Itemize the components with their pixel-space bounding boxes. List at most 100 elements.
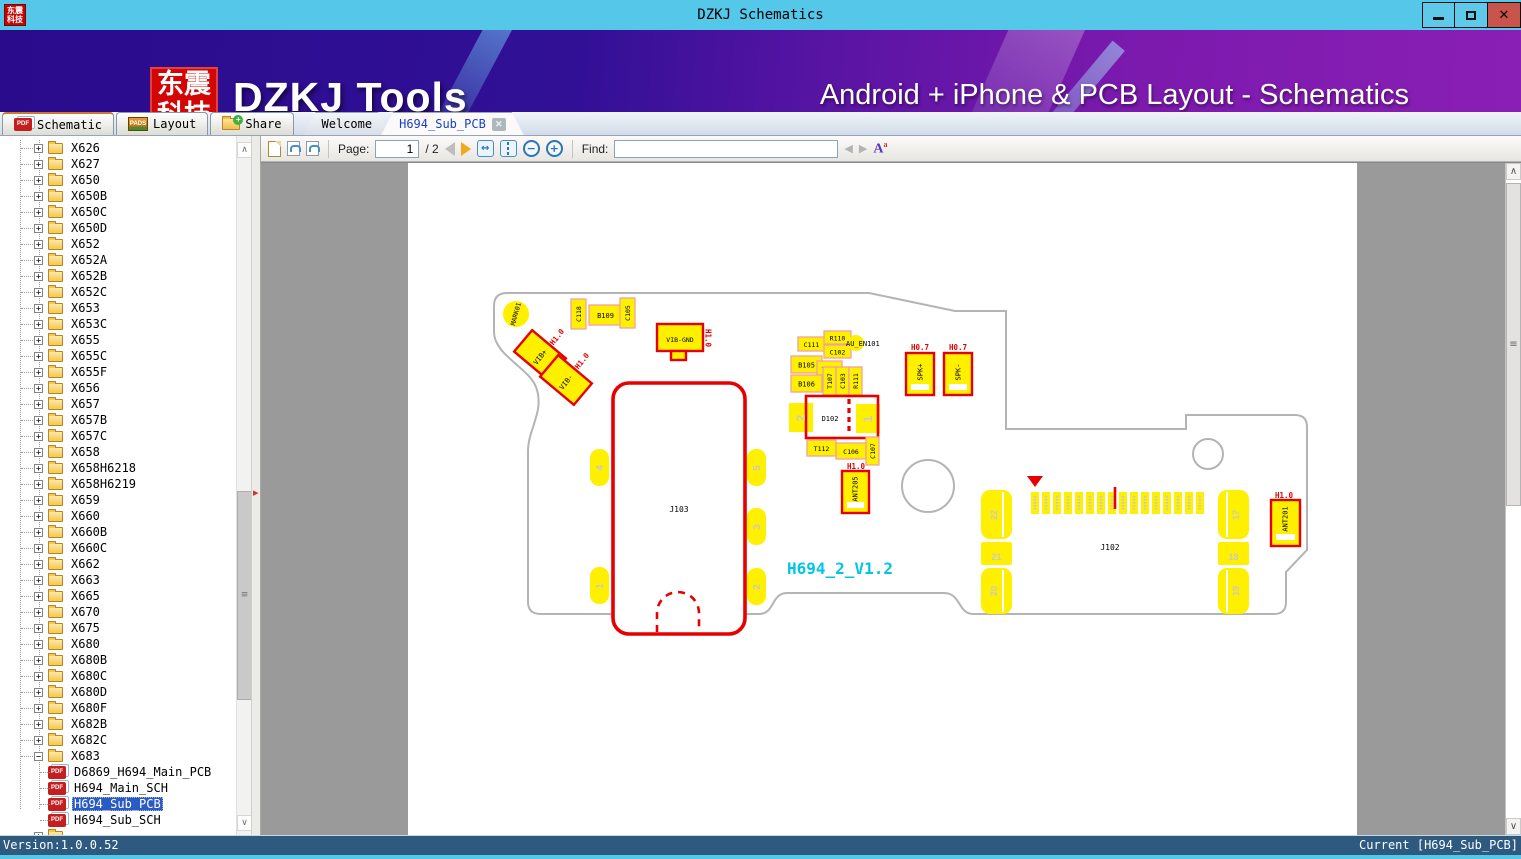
expand-icon[interactable]: + [34, 591, 43, 601]
page-number-input[interactable] [375, 139, 420, 158]
expand-icon[interactable]: + [34, 463, 43, 473]
expand-icon[interactable]: + [34, 559, 43, 569]
tab-document[interactable]: H694_Sub_PCB ✕ [381, 112, 524, 135]
expand-icon[interactable]: + [34, 655, 43, 665]
scroll-down-icon[interactable]: ∨ [1506, 818, 1521, 835]
tree-folder-row[interactable]: + X650D [0, 220, 236, 236]
splitter-collapse-icon[interactable]: ▸ [253, 487, 259, 498]
tree-folder-row[interactable]: + X650C [0, 204, 236, 220]
viewer-scrollbar[interactable]: ∧ ≡ ∨ [1505, 163, 1521, 835]
collapse-icon[interactable]: − [34, 751, 43, 761]
expand-icon[interactable]: + [34, 143, 43, 153]
expand-icon[interactable]: + [34, 639, 43, 649]
expand-icon[interactable]: + [34, 671, 43, 681]
tree-folder-row[interactable]: + X662 [0, 556, 236, 572]
tab-schematic[interactable]: PDF Schematic [2, 112, 115, 135]
expand-icon[interactable]: + [34, 495, 43, 505]
tree-folder-row[interactable]: + X682C [0, 732, 236, 748]
expand-icon[interactable]: + [34, 271, 43, 281]
expand-icon[interactable]: + [34, 335, 43, 345]
tree-folder-row[interactable]: + X653 [0, 300, 236, 316]
tree-folder-row[interactable]: + X675 [0, 620, 236, 636]
tree-folder-row[interactable]: + X655F [0, 364, 236, 380]
tree-document-row[interactable]: PDF H694_Sub_SCH [0, 812, 236, 828]
expand-icon[interactable]: + [34, 415, 43, 425]
tree-folder-row[interactable]: + X656 [0, 380, 236, 396]
copy-page-icon[interactable] [268, 140, 281, 157]
tree-folder-row[interactable]: + X657B [0, 412, 236, 428]
tree-folder-row[interactable]: + [0, 828, 236, 835]
expand-icon[interactable]: + [34, 575, 43, 585]
expand-icon[interactable]: + [34, 735, 43, 745]
minimize-button[interactable] [1422, 2, 1455, 28]
tree-folder-row[interactable]: + X650B [0, 188, 236, 204]
find-next-icon[interactable]: ▶ [859, 142, 867, 156]
zoom-in-icon[interactable]: + [545, 140, 563, 157]
tree-folder-row[interactable]: + X658H6219 [0, 476, 236, 492]
expand-icon[interactable]: + [34, 831, 43, 835]
tree-folder-row[interactable]: + X680C [0, 668, 236, 684]
expand-icon[interactable]: + [34, 191, 43, 201]
expand-icon[interactable]: + [34, 623, 43, 633]
fit-width-icon[interactable]: ↔ [476, 140, 494, 157]
expand-icon[interactable]: + [34, 719, 43, 729]
tree-folder-row[interactable]: + X682B [0, 716, 236, 732]
tree-folder-row[interactable]: + X655C [0, 348, 236, 364]
tree-folder-row[interactable]: + X670 [0, 604, 236, 620]
expand-icon[interactable]: + [34, 511, 43, 521]
match-case-icon[interactable]: Aa [873, 140, 887, 158]
tree-folder-row[interactable]: + X660 [0, 508, 236, 524]
tree-folder-row[interactable]: + X652C [0, 284, 236, 300]
next-page-icon[interactable] [460, 141, 471, 156]
expand-icon[interactable]: + [34, 383, 43, 393]
expand-icon[interactable]: + [34, 239, 43, 249]
tree-folder-row[interactable]: + X658H6218 [0, 460, 236, 476]
expand-icon[interactable]: + [34, 255, 43, 265]
scroll-up-icon[interactable]: ∧ [237, 142, 252, 158]
tree-folder-row[interactable]: + X652A [0, 252, 236, 268]
tree-folder-row[interactable]: + X650 [0, 172, 236, 188]
tree-document-row[interactable]: PDF H694_Sub_PCB [0, 796, 236, 812]
tree-folder-row[interactable]: + X657 [0, 396, 236, 412]
expand-icon[interactable]: + [34, 319, 43, 329]
tree-folder-row[interactable]: + X627 [0, 156, 236, 172]
find-input[interactable] [614, 139, 839, 158]
expand-icon[interactable]: + [34, 399, 43, 409]
expand-icon[interactable]: + [34, 607, 43, 617]
tree-folder-row[interactable]: + X660B [0, 524, 236, 540]
tree-folder-row[interactable]: + X652B [0, 268, 236, 284]
scroll-down-icon[interactable]: ∨ [237, 815, 252, 831]
tab-welcome[interactable]: Welcome [304, 112, 391, 135]
find-previous-icon[interactable]: ◀ [844, 142, 852, 156]
tab-close-icon[interactable]: ✕ [492, 118, 506, 131]
pdf-page[interactable]: MARK01 C118 B109 C105 VIB+ H1.0 VIB- H1.… [408, 163, 1357, 835]
sidebar-splitter[interactable]: ▸ [251, 136, 260, 835]
tree-document-row[interactable]: PDF H694_Main_SCH [0, 780, 236, 796]
tree-folder-row[interactable]: + X660C [0, 540, 236, 556]
expand-icon[interactable]: + [34, 687, 43, 697]
tree-folder-row[interactable]: + X680F [0, 700, 236, 716]
tree-folder-row[interactable]: + X680 [0, 636, 236, 652]
sidebar-scrollbar[interactable]: ∧ ≡ ∨ [236, 136, 252, 835]
expand-icon[interactable]: + [34, 303, 43, 313]
tree-document-row[interactable]: PDF D6869_H694_Main_PCB [0, 764, 236, 780]
previous-page-icon[interactable] [444, 141, 455, 156]
tree-folder-row-expanded[interactable]: − X683 [0, 748, 236, 764]
close-button[interactable]: ✕ [1488, 2, 1521, 28]
tree-folder-row[interactable]: + X663 [0, 572, 236, 588]
expand-icon[interactable]: + [34, 479, 43, 489]
scroll-up-icon[interactable]: ∧ [1506, 163, 1521, 180]
tree-folder-row[interactable]: + X657C [0, 428, 236, 444]
tree-folder-row[interactable]: + X655 [0, 332, 236, 348]
tree-folder-row[interactable]: + X626 [0, 140, 236, 156]
expand-icon[interactable]: + [34, 543, 43, 553]
rotate-left-icon[interactable] [287, 141, 301, 156]
expand-icon[interactable]: + [34, 159, 43, 169]
expand-icon[interactable]: + [34, 223, 43, 233]
maximize-button[interactable] [1455, 2, 1488, 28]
tree-folder-row[interactable]: + X658 [0, 444, 236, 460]
expand-icon[interactable]: + [34, 703, 43, 713]
expand-icon[interactable]: + [34, 287, 43, 297]
expand-icon[interactable]: + [34, 367, 43, 377]
expand-icon[interactable]: + [34, 527, 43, 537]
